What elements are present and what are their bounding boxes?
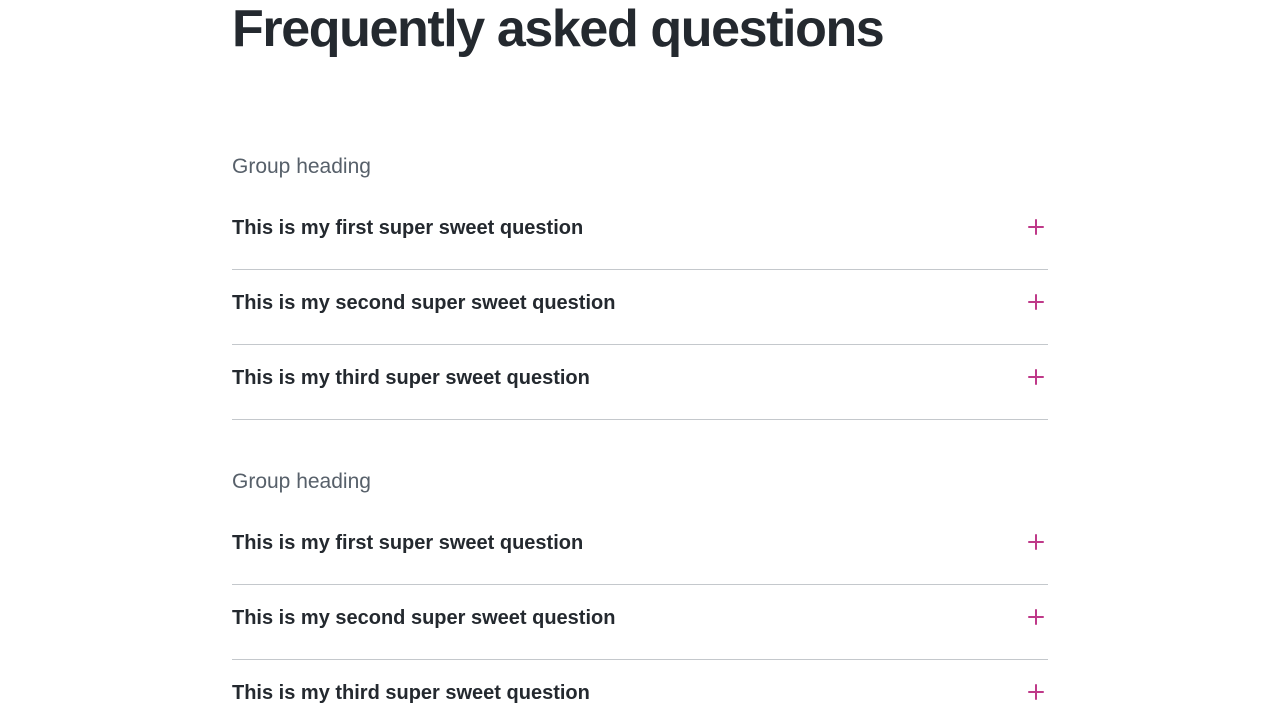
faq-question[interactable]: This is my first super sweet question [232, 215, 1012, 241]
group-heading: Group heading [232, 470, 371, 493]
plus-icon[interactable] [1028, 294, 1044, 310]
group-heading: Group heading [232, 155, 371, 178]
faq-question[interactable]: This is my third super sweet question [232, 680, 1012, 706]
faq-group: Group heading This is my first super swe… [232, 467, 1048, 720]
plus-icon[interactable] [1028, 219, 1044, 235]
faq-question[interactable]: This is my second super sweet question [232, 290, 1012, 316]
faq-question[interactable]: This is my first super sweet question [232, 530, 1012, 556]
faq-item[interactable]: This is my second super sweet question [232, 270, 1048, 345]
faq-group: Group heading This is my first super swe… [232, 152, 1048, 420]
faq-item[interactable]: This is my third super sweet question [232, 660, 1048, 720]
plus-icon[interactable] [1028, 609, 1044, 625]
faq-item[interactable]: This is my second super sweet question [232, 585, 1048, 660]
faq-question[interactable]: This is my second super sweet question [232, 605, 1012, 631]
plus-icon[interactable] [1028, 534, 1044, 550]
faq-question[interactable]: This is my third super sweet question [232, 365, 1012, 391]
faq-item[interactable]: This is my first super sweet question [232, 511, 1048, 585]
faq-item[interactable]: This is my third super sweet question [232, 345, 1048, 420]
faq-item[interactable]: This is my first super sweet question [232, 196, 1048, 270]
plus-icon[interactable] [1028, 684, 1044, 700]
plus-icon[interactable] [1028, 369, 1044, 385]
faq-list: This is my first super sweet question Th… [232, 196, 1048, 420]
faq-list: This is my first super sweet question Th… [232, 511, 1048, 720]
faq-page: Frequently asked questions Group heading… [0, 0, 1280, 720]
page-title: Frequently asked questions [232, 0, 885, 58]
